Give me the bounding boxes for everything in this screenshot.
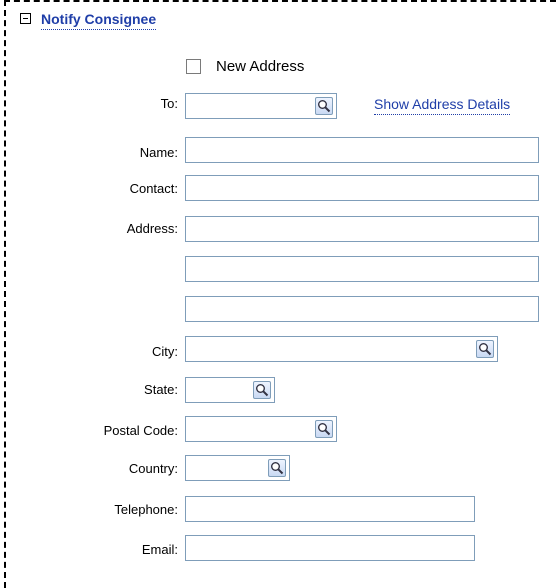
email-label: Email: (141, 542, 178, 557)
address-line1-input[interactable] (186, 217, 538, 241)
country-label: Country: (128, 461, 178, 476)
to-input[interactable] (186, 94, 336, 118)
telephone-label: Telephone: (114, 502, 178, 517)
city-field[interactable] (185, 336, 498, 362)
postal-code-input[interactable] (186, 417, 336, 441)
collapse-minus-icon[interactable] (20, 13, 31, 24)
frame-left-border (4, 0, 6, 588)
telephone-field[interactable] (185, 496, 475, 522)
state-field[interactable] (185, 377, 275, 403)
country-field[interactable] (185, 455, 290, 481)
contact-input[interactable] (186, 176, 538, 200)
postal-code-lookup-magnifier-icon[interactable] (315, 420, 333, 438)
city-label: City: (152, 344, 178, 359)
address-line2-field[interactable] (185, 256, 539, 282)
address-line3-field[interactable] (185, 296, 539, 322)
new-address-label: New Address (216, 58, 305, 75)
name-input[interactable] (186, 138, 538, 162)
section-title[interactable]: Notify Consignee (41, 11, 157, 30)
contact-field[interactable] (185, 175, 539, 201)
postal-code-field[interactable] (185, 416, 337, 442)
telephone-input[interactable] (186, 497, 474, 521)
city-lookup-magnifier-icon[interactable] (476, 340, 494, 358)
address-line1-field[interactable] (185, 216, 539, 242)
name-field[interactable] (185, 137, 539, 163)
state-lookup-magnifier-icon[interactable] (253, 381, 271, 399)
state-label: State: (144, 382, 178, 397)
address-line2-input[interactable] (186, 257, 538, 281)
new-address-checkbox[interactable] (186, 59, 201, 74)
contact-label: Contact: (129, 181, 178, 196)
name-label: Name: (139, 145, 178, 160)
to-lookup-magnifier-icon[interactable] (315, 97, 333, 115)
frame-top-border (4, 0, 556, 2)
email-field[interactable] (185, 535, 475, 561)
email-input[interactable] (186, 536, 474, 560)
show-address-details-link[interactable]: Show Address Details (374, 96, 511, 115)
to-field[interactable] (185, 93, 337, 119)
country-lookup-magnifier-icon[interactable] (268, 459, 286, 477)
address-line3-input[interactable] (186, 297, 538, 321)
to-label: To: (160, 96, 178, 111)
city-input[interactable] (186, 337, 497, 361)
postal-code-label: Postal Code: (103, 423, 178, 438)
address-label: Address: (126, 221, 178, 236)
